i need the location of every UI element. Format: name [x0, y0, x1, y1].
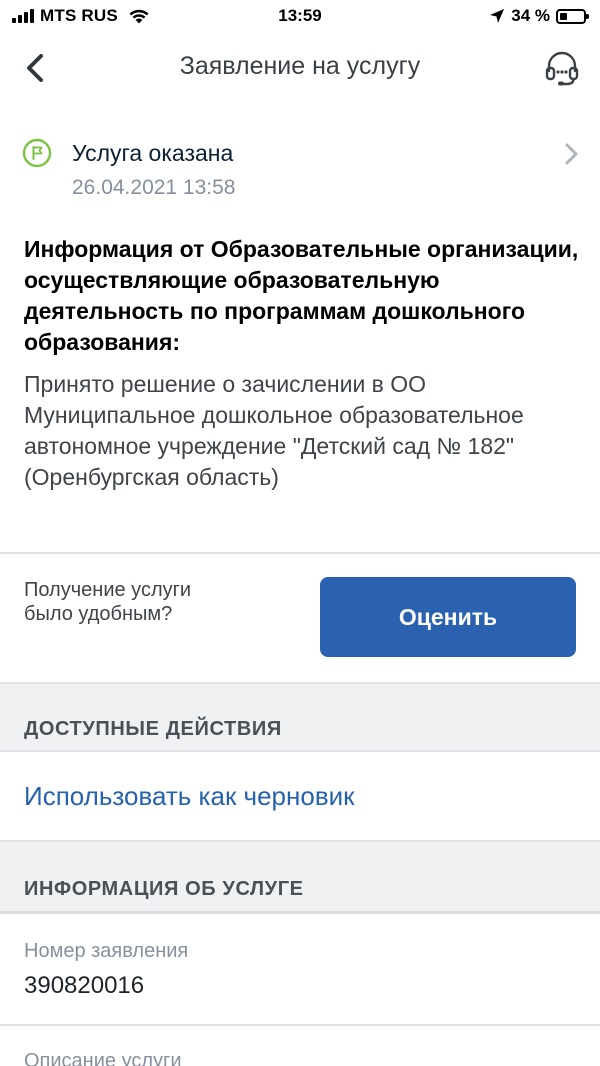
service-description-label: Описание услуги [24, 1050, 182, 1066]
battery-level [560, 12, 567, 20]
section-title-service-info: ИНФОРМАЦИЯ ОБ УСЛУГЕ [24, 878, 304, 900]
chevron-right-icon [565, 143, 578, 165]
service-status-row[interactable]: Услуга оказана 26.04.2021 13:58 [0, 126, 600, 212]
navigation-bar: Заявление на услугу [0, 34, 600, 104]
divider [0, 552, 600, 554]
available-actions-header: ДОСТУПНЫЕ ДЕЙСТВИЯ [0, 682, 600, 752]
status-bar-right: 34 % [489, 6, 589, 26]
service-info-header: ИНФОРМАЦИЯ ОБ УСЛУГЕ [0, 840, 600, 914]
info-heading: Информация от Образовательные организаци… [24, 236, 579, 355]
application-number-label: Номер заявления [24, 940, 189, 962]
page-title: Заявление на услугу [179, 52, 421, 80]
rate-button[interactable]: Оценить [320, 577, 576, 657]
status-title: Услуга оказана [72, 140, 234, 166]
rate-question: Получение услуги было удобным? [24, 579, 192, 625]
application-number-value: 390820016 [24, 972, 145, 999]
use-as-draft-link[interactable]: Использовать как черновик [24, 781, 355, 812]
battery-percent: 34 % [511, 6, 550, 25]
divider [0, 1024, 600, 1026]
info-body: Принято решение о зачислении в ОО Муници… [24, 371, 524, 490]
status-date: 26.04.2021 13:58 [72, 176, 236, 199]
flag-icon [22, 138, 52, 168]
section-title-actions: ДОСТУПНЫЕ ДЕЙСТВИЯ [24, 718, 282, 740]
status-bar: MTS RUS 13:59 34 % [0, 0, 600, 34]
headset-icon [545, 51, 579, 86]
support-button[interactable] [542, 48, 582, 88]
location-arrow-icon [490, 9, 505, 23]
battery-icon [556, 8, 589, 24]
